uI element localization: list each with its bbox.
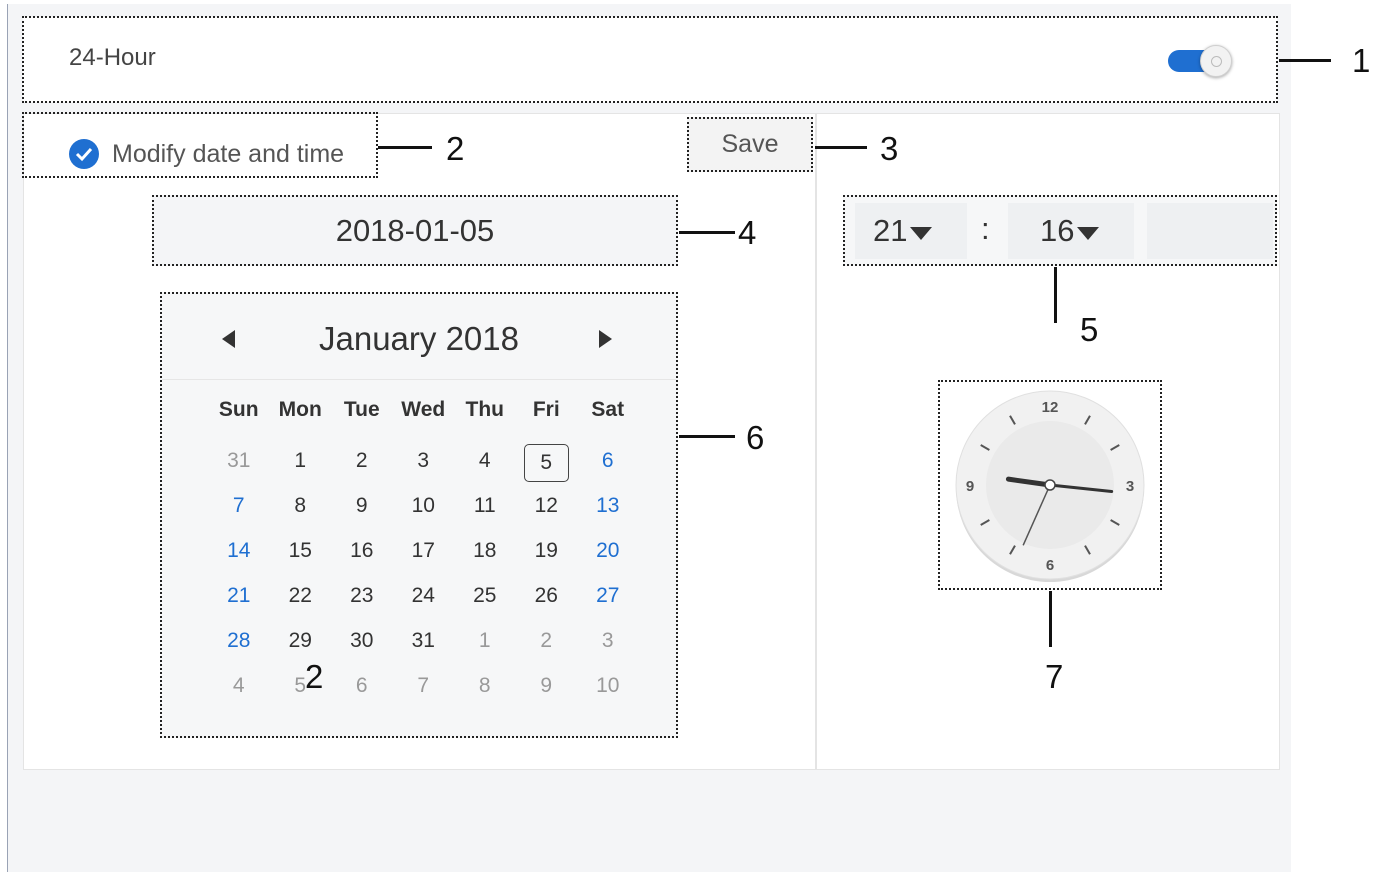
weekday-label: Tue bbox=[343, 398, 380, 421]
callout-line bbox=[679, 435, 735, 438]
time-selector: 21 : 16 bbox=[843, 195, 1277, 266]
calendar-day[interactable]: 28 bbox=[208, 624, 270, 669]
callout-number: 4 bbox=[738, 214, 757, 251]
calendar-day[interactable]: 14 bbox=[208, 534, 270, 579]
hour-value: 21 bbox=[873, 213, 908, 248]
calendar-day[interactable]: 10 bbox=[393, 489, 455, 534]
weekday-label: Sun bbox=[218, 398, 259, 421]
calendar-day[interactable]: 6 bbox=[331, 669, 393, 714]
calendar-day[interactable]: 8 bbox=[270, 489, 332, 534]
date-picker-calendar: January 2018 Sun Mon Tue Wed Thu Fri Sat 31 1 2 3 4… bbox=[160, 292, 678, 738]
calendar-day[interactable]: 7 bbox=[208, 489, 270, 534]
callout-number: 3 bbox=[880, 130, 899, 167]
calendar-day[interactable]: 23 bbox=[331, 579, 393, 624]
calendar-day[interactable]: 6 bbox=[577, 444, 639, 489]
minute-dropdown[interactable]: 16 bbox=[1008, 203, 1134, 259]
calendar-day[interactable]: 13 bbox=[577, 489, 639, 534]
callout-number: 5 bbox=[1080, 311, 1099, 348]
hour-format-label: 24-Hour bbox=[69, 44, 156, 71]
date-input[interactable]: 2018-01-05 bbox=[152, 195, 678, 266]
weekday-label: Sat bbox=[591, 398, 625, 421]
callout-line bbox=[1054, 267, 1057, 323]
calendar-week-row: 4 5 6 7 8 9 10 bbox=[208, 669, 639, 714]
weekday-label: Mon bbox=[278, 398, 322, 421]
calendar-day[interactable]: 3 bbox=[577, 624, 639, 669]
calendar-day[interactable]: 7 bbox=[393, 669, 455, 714]
caret-down-icon bbox=[1077, 226, 1100, 240]
calendar-week-row: 14 15 16 17 18 19 20 bbox=[208, 534, 639, 579]
weekday-label: Wed bbox=[401, 398, 446, 421]
calendar-day[interactable]: 1 bbox=[454, 624, 516, 669]
clock-numeral: 12 bbox=[1042, 399, 1059, 416]
check-circle-icon[interactable] bbox=[69, 139, 99, 169]
panel-left-edge bbox=[7, 4, 8, 872]
calendar-day[interactable]: 30 bbox=[331, 624, 393, 669]
calendar-week-row: 7 8 9 10 11 12 13 bbox=[208, 489, 639, 534]
callout-number: 7 bbox=[1045, 658, 1064, 695]
toggle-knob bbox=[1200, 45, 1232, 77]
calendar-day[interactable]: 5 bbox=[516, 444, 578, 489]
triangle-right-icon[interactable] bbox=[599, 330, 612, 348]
calendar-day[interactable]: 18 bbox=[454, 534, 516, 579]
calendar-day[interactable]: 2 bbox=[331, 444, 393, 489]
calendar-day[interactable]: 3 bbox=[393, 444, 455, 489]
date-value: 2018-01-05 bbox=[335, 212, 495, 248]
callout-line bbox=[815, 146, 867, 149]
hour-format-toggle[interactable] bbox=[1168, 45, 1232, 77]
calendar-day[interactable]: 17 bbox=[393, 534, 455, 579]
calendar-day[interactable]: 4 bbox=[454, 444, 516, 489]
calendar-day[interactable]: 16 bbox=[331, 534, 393, 579]
calendar-week-row: 28 29 30 31 1 2 3 bbox=[208, 624, 639, 669]
clock-numeral: 9 bbox=[966, 478, 974, 495]
calendar-day[interactable]: 9 bbox=[331, 489, 393, 534]
hour-dropdown[interactable]: 21 bbox=[855, 203, 967, 259]
minute-value: 16 bbox=[1040, 213, 1075, 248]
calendar-day[interactable]: 9 bbox=[516, 669, 578, 714]
time-field-blank bbox=[1147, 203, 1273, 259]
calendar-day[interactable]: 4 bbox=[208, 669, 270, 714]
weekday-label: Fri bbox=[532, 398, 560, 421]
callout-line bbox=[1279, 59, 1331, 62]
save-button[interactable]: Save bbox=[687, 117, 813, 172]
calendar-day[interactable]: 1 bbox=[270, 444, 332, 489]
callout-number: 1 bbox=[1352, 42, 1371, 79]
calendar-day[interactable]: 27 bbox=[577, 579, 639, 624]
weekday-label: Thu bbox=[465, 398, 504, 421]
clock-numeral: 6 bbox=[1046, 557, 1054, 574]
calendar-weekday-row: Sun Mon Tue Wed Thu Fri Sat bbox=[208, 398, 639, 444]
hour-format-row-outline bbox=[22, 16, 1278, 103]
calendar-day[interactable]: 24 bbox=[393, 579, 455, 624]
calendar-day[interactable]: 11 bbox=[454, 489, 516, 534]
calendar-day[interactable]: 19 bbox=[516, 534, 578, 579]
calendar-week-row: 21 22 23 24 25 26 27 bbox=[208, 579, 639, 624]
callout-line bbox=[378, 146, 432, 149]
calendar-day[interactable]: 26 bbox=[516, 579, 578, 624]
calendar-day[interactable]: 8 bbox=[454, 669, 516, 714]
clock-numeral: 3 bbox=[1126, 478, 1134, 495]
callout-line bbox=[679, 231, 735, 234]
calendar-week-row: 31 1 2 3 4 5 6 bbox=[208, 444, 639, 489]
caret-down-icon bbox=[910, 226, 933, 240]
calendar-day[interactable]: 21 bbox=[208, 579, 270, 624]
time-separator: : bbox=[981, 211, 990, 246]
calendar-day[interactable]: 12 bbox=[516, 489, 578, 534]
clock-center-pin bbox=[1044, 479, 1056, 491]
calendar-grid: Sun Mon Tue Wed Thu Fri Sat 31 1 2 3 4 5 6 7 8 9 10 11 12 13… bbox=[208, 398, 639, 714]
calendar-day[interactable]: 2 bbox=[516, 624, 578, 669]
callout-number: 6 bbox=[746, 419, 765, 456]
analog-clock-box: 12 3 6 9 bbox=[938, 380, 1162, 590]
analog-clock: 12 3 6 9 bbox=[955, 390, 1145, 582]
calendar-day[interactable]: 31 bbox=[393, 624, 455, 669]
calendar-day[interactable]: 25 bbox=[454, 579, 516, 624]
callout-number: 2 bbox=[446, 130, 465, 167]
stray-callout-number: 2 bbox=[305, 658, 324, 695]
calendar-day[interactable]: 31 bbox=[208, 444, 270, 489]
calendar-day[interactable]: 22 bbox=[270, 579, 332, 624]
modify-date-time-label[interactable]: Modify date and time bbox=[112, 140, 344, 169]
calendar-header: January 2018 bbox=[162, 294, 676, 380]
calendar-day[interactable]: 20 bbox=[577, 534, 639, 579]
calendar-day[interactable]: 15 bbox=[270, 534, 332, 579]
callout-line bbox=[1049, 591, 1052, 647]
calendar-day[interactable]: 10 bbox=[577, 669, 639, 714]
